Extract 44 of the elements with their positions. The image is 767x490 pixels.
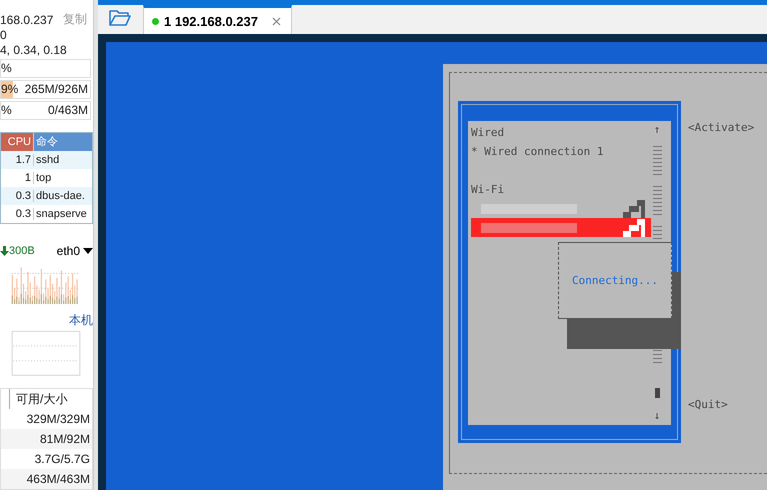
- caret-icon: [83, 248, 93, 254]
- table-cell: 329M/329M: [26, 412, 90, 426]
- column-header[interactable]: CPU: [1, 132, 34, 151]
- table-cell-text: sshd: [35, 154, 60, 166]
- usage-reading: 265M/926M: [24, 80, 89, 98]
- interface-dropdown[interactable]: eth0: [56, 244, 93, 258]
- scroll-up-arrow[interactable]: ↑: [654, 123, 660, 136]
- table-cell: 1: [1, 172, 34, 184]
- table-cell: 81M/92M: [40, 432, 90, 446]
- column-header[interactable]: 可用/大小: [16, 390, 68, 408]
- terminal-button[interactable]: <Quit>: [688, 398, 754, 411]
- download-speed: 300B: [0, 244, 35, 257]
- section-heading: Wi-Fi: [471, 182, 506, 198]
- terminal-button[interactable]: <Activate>: [688, 121, 754, 134]
- folder-icon[interactable]: [109, 9, 131, 27]
- connection-item[interactable]: * Wired connection 1: [471, 142, 651, 161]
- session-tab[interactable]: 1 192.168.0.237: [143, 5, 292, 34]
- table-cell: 0.3: [1, 208, 34, 220]
- ping-target[interactable]: 本机: [69, 312, 93, 330]
- close-icon[interactable]: [272, 16, 281, 26]
- load-text: 4, 0.34, 0.18: [0, 43, 67, 58]
- signal-icon: [623, 200, 645, 218]
- table-cell: 463M/463M: [26, 472, 90, 486]
- table-cell-text: top: [35, 172, 52, 184]
- section-heading: Wired: [471, 125, 506, 141]
- table-cell: 0.3: [1, 190, 34, 202]
- scroll-down-arrow[interactable]: ↓: [654, 409, 660, 422]
- blurred-network-item[interactable]: [471, 218, 651, 237]
- column-header[interactable]: 命令: [34, 132, 92, 151]
- signal-icon: [623, 218, 645, 236]
- usage-reading: 0/463M: [48, 102, 89, 119]
- copy-button[interactable]: 复制: [57, 11, 93, 28]
- table-cell-text: snapserve: [35, 208, 88, 220]
- down-arrow-icon: [0, 246, 9, 256]
- usage-percent: %: [1, 60, 12, 77]
- table-cell: 1.7: [1, 154, 34, 166]
- uptime-text: 0: [0, 28, 7, 42]
- table-cell-text: dbus-dae.: [35, 190, 86, 202]
- usage-percent: 9%: [1, 80, 18, 98]
- usage-percent: %: [1, 102, 12, 119]
- connecting-message: Connecting...: [572, 274, 658, 287]
- table-cell: 3.7G/5.7G: [34, 452, 90, 466]
- status-dot: [152, 18, 159, 24]
- host-address: 168.0.237: [0, 12, 54, 26]
